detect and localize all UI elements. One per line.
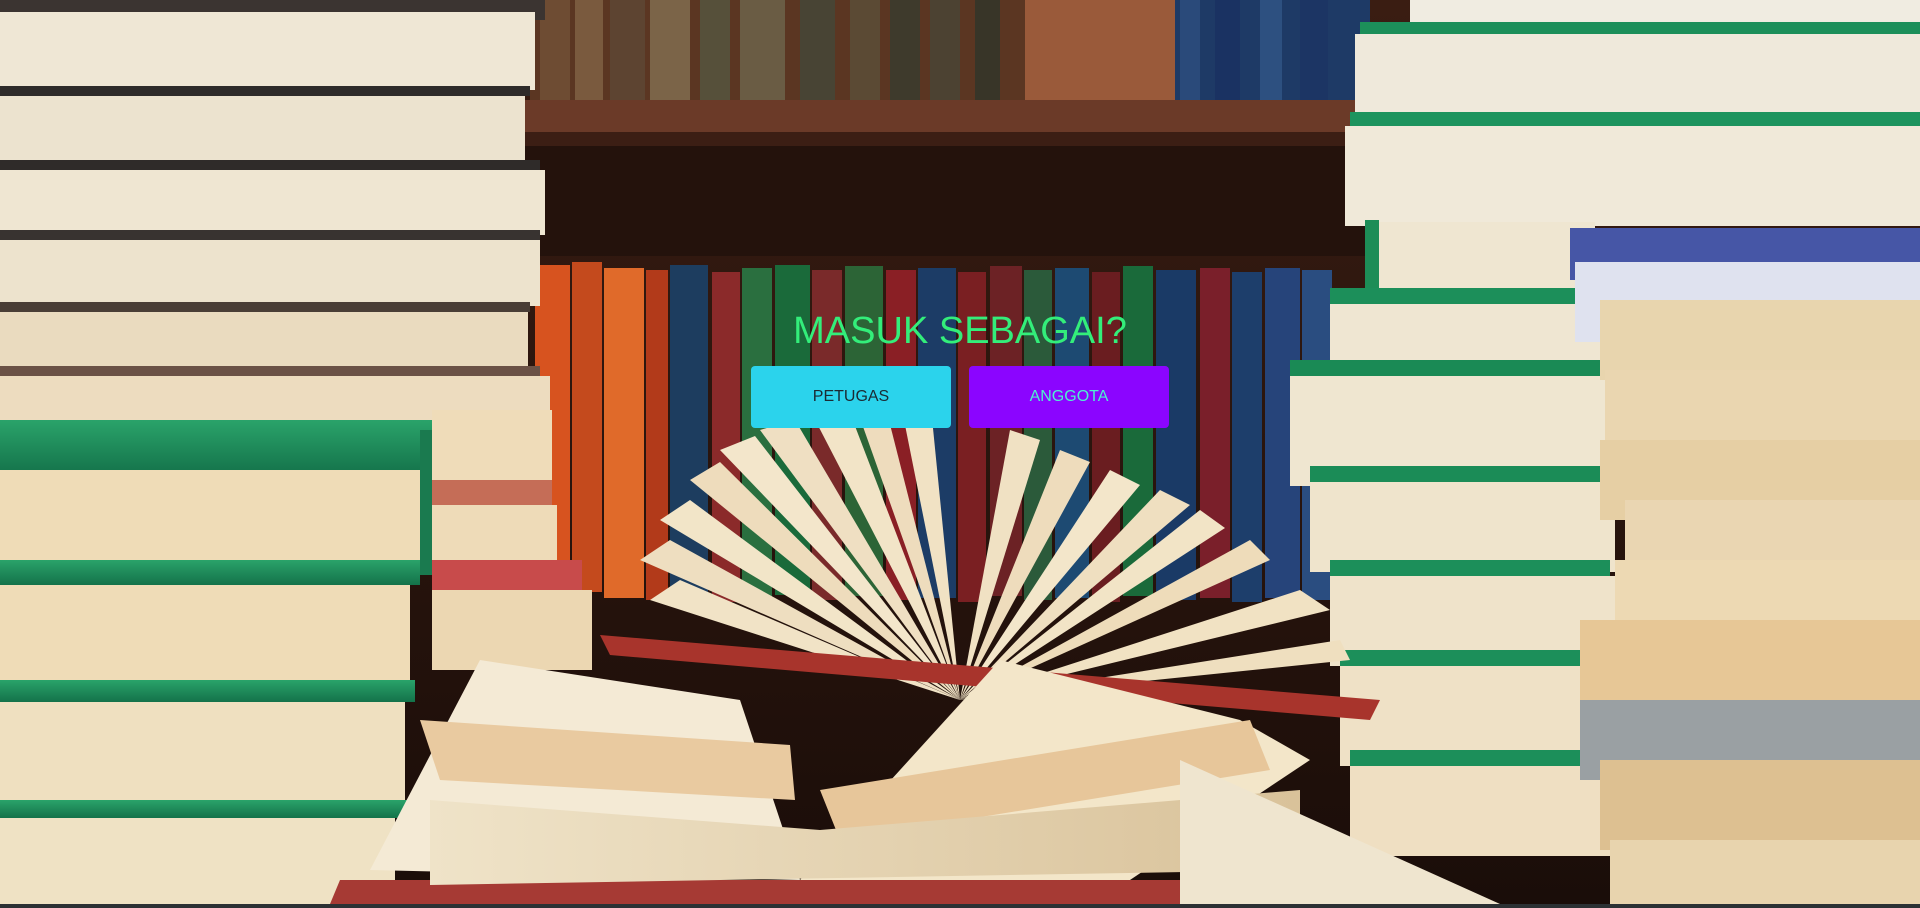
bottom-scrollbar-strip — [0, 904, 1920, 908]
page-title: MASUK SEBAGAI? — [793, 310, 1127, 353]
petugas-button[interactable]: PETUGAS — [751, 366, 951, 428]
library-books-background-image — [0, 0, 1920, 904]
page-background: MASUK SEBAGAI? PETUGAS ANGGOTA — [0, 0, 1920, 904]
anggota-button[interactable]: ANGGOTA — [969, 366, 1169, 428]
